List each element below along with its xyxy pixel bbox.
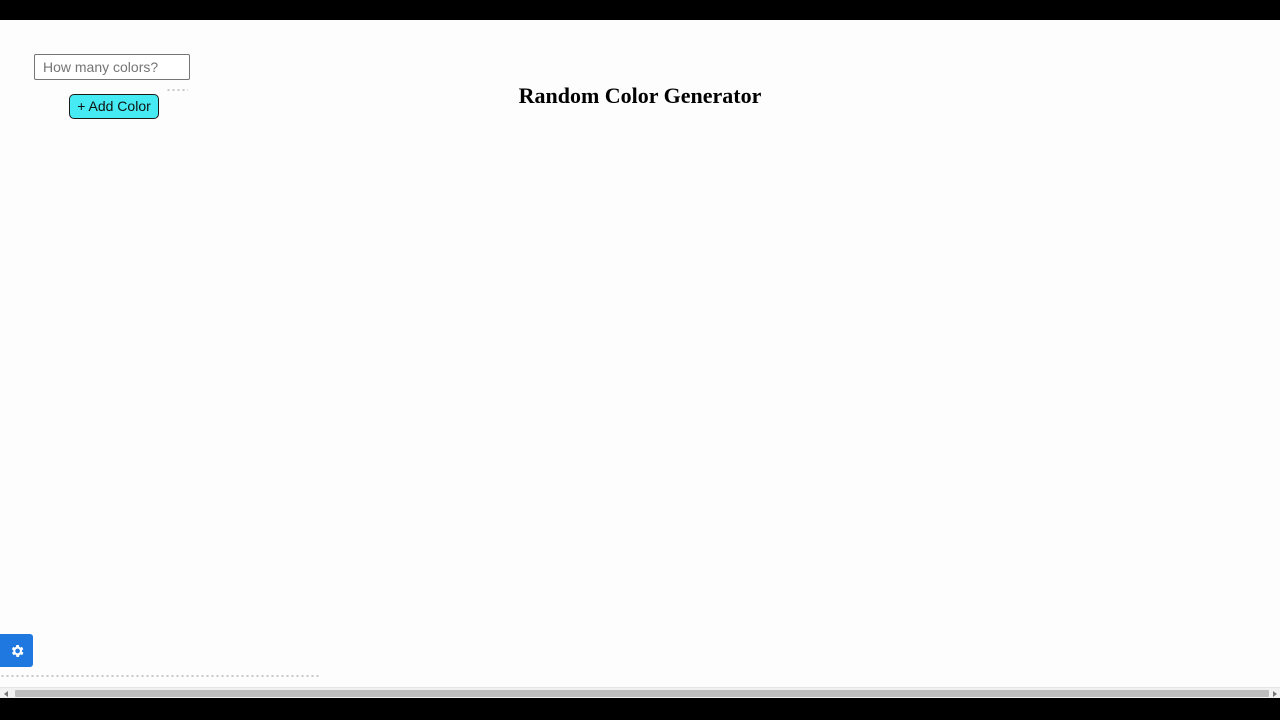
dotted-divider xyxy=(0,675,320,677)
chevron-left-icon[interactable] xyxy=(1,689,11,698)
color-count-input[interactable] xyxy=(34,54,190,80)
page-viewport: + Add Color Random Color Generator xyxy=(0,20,1280,698)
horizontal-scrollbar[interactable] xyxy=(0,687,1280,698)
scrollbar-thumb[interactable] xyxy=(15,690,1269,697)
gear-icon xyxy=(9,643,25,659)
page-title: Random Color Generator xyxy=(518,83,762,108)
settings-button[interactable] xyxy=(0,634,33,667)
chevron-right-icon[interactable] xyxy=(1269,689,1279,698)
